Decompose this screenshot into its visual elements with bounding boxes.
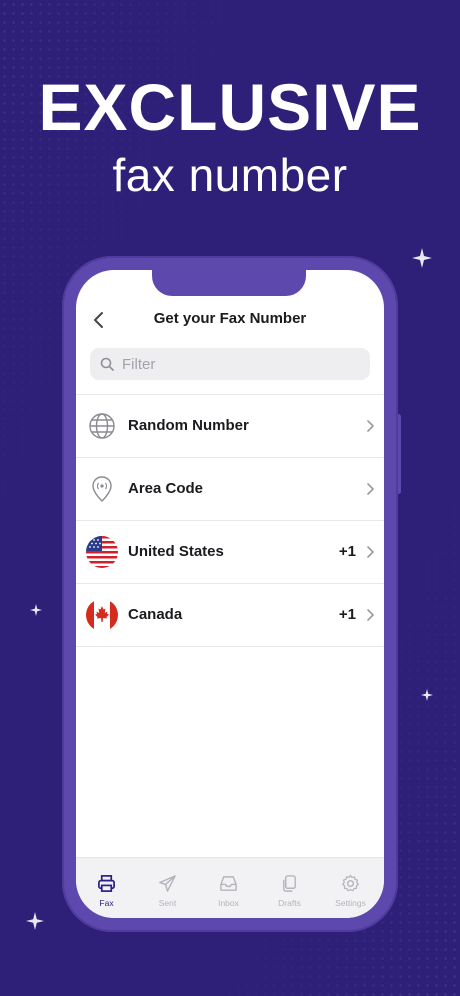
sparkle-icon [26,912,44,930]
sparkle-icon [30,604,42,616]
tab-label: Settings [335,898,366,908]
search-input[interactable] [122,348,362,380]
tab-bar: Fax Sent Inbox Drafts Settings [76,857,384,918]
us-flag-icon [86,536,118,568]
inbox-tray-icon [220,876,237,891]
tab-settings[interactable]: Settings [320,858,381,918]
dial-code: +1 [338,543,356,560]
globe-icon [89,413,115,439]
tab-label: Fax [99,898,114,908]
list-item-canada[interactable]: Canada +1 [76,584,384,647]
page-title: Get your Fax Number [153,310,307,327]
promo-headline: EXCLUSIVE [38,70,422,144]
chevron-right-icon [367,609,374,621]
list-item-label: Area Code [128,480,204,497]
number-options-list: Random Number Area Code United States +1… [76,394,384,647]
location-pin-icon [92,476,112,502]
tab-fax[interactable]: Fax [76,858,137,918]
sparkle-icon [421,689,433,701]
phone-frame: Get your Fax Number Random Number [62,256,398,932]
nav-bar: Get your Fax Number [76,306,384,334]
search-icon [100,357,114,371]
sparkle-icon [412,248,432,268]
canada-flag-icon [86,599,118,631]
promo-subhead: fax number [112,149,348,201]
chevron-right-icon [367,483,374,495]
chevron-right-icon [367,420,374,432]
tab-label: Sent [158,898,177,908]
tab-drafts[interactable]: Drafts [259,858,320,918]
list-item-random-number[interactable]: Random Number [76,394,384,458]
dial-code: +1 [338,606,356,623]
chevron-right-icon [367,546,374,558]
phone-notch [152,270,306,296]
paper-plane-icon [159,875,176,892]
tab-sent[interactable]: Sent [137,858,198,918]
search-bar[interactable] [90,348,370,380]
gear-icon [341,874,360,892]
tab-label: Inbox [218,898,239,908]
list-item-label: Random Number [128,417,249,434]
list-item-united-states[interactable]: United States +1 [76,521,384,584]
printer-icon [98,875,115,892]
tab-label: Drafts [278,898,301,908]
list-item-label: United States [128,543,224,560]
documents-icon [283,875,296,892]
list-item-area-code[interactable]: Area Code [76,458,384,521]
tab-inbox[interactable]: Inbox [198,858,259,918]
phone-screen: Get your Fax Number Random Number [76,270,384,918]
list-item-label: Canada [128,606,183,623]
